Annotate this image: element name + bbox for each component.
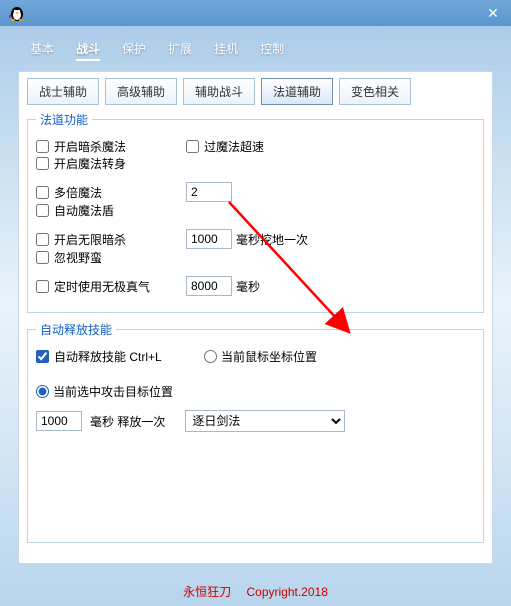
app-logo [8,4,26,22]
group-auto-cast-skill: 自动释放技能 自动释放技能 Ctrl+L 当前鼠标坐标位置 当前选中攻击目标位置… [27,321,484,543]
tab-hang[interactable]: 挂机 [214,40,238,61]
chk-auto-cast-skill-label: 自动释放技能 Ctrl+L [54,348,162,365]
subtab-assist-combat[interactable]: 辅助战斗 [183,78,255,105]
tab-protect[interactable]: 保护 [122,40,146,61]
footer-copyright: Copyright.2018 [246,585,327,599]
cast-interval-input[interactable] [36,411,82,431]
chk-open-magic-transform[interactable]: 开启魔法转身 [36,155,176,172]
sub-tab-bar: 战士辅助 高级辅助 辅助战斗 法道辅助 变色相关 [27,78,484,105]
dig-suffix-label: 毫秒挖地一次 [236,231,308,248]
subtab-advanced-assist[interactable]: 高级辅助 [105,78,177,105]
group1-legend: 法道功能 [36,111,92,128]
chk-overmagic-speed[interactable]: 过魔法超速 [186,138,336,155]
tab-basic[interactable]: 基本 [30,40,54,61]
radio-cursor-position-label: 当前鼠标坐标位置 [221,348,317,365]
radio-target-position-label: 当前选中攻击目标位置 [53,383,173,400]
chk-multi-magic-label: 多倍魔法 [54,184,102,201]
top-tab-bar: 基本 战斗 保护 扩展 挂机 控制 [0,26,511,71]
group-mage-tao-functions: 法道功能 开启暗杀魔法 过魔法超速 开启魔法转身 多倍魔法 自动魔法盾 开启无限… [27,111,484,313]
chk-timed-qi[interactable]: 定时使用无极真气 [36,278,186,295]
chk-ignore-barbarian[interactable]: 忽视野蛮 [36,249,176,266]
tab-combat[interactable]: 战斗 [76,40,100,61]
radio-target-position[interactable]: 当前选中攻击目标位置 [36,383,186,400]
footer-brand: 永恒狂刀 [183,585,231,599]
chk-auto-cast-skill[interactable]: 自动释放技能 Ctrl+L [36,348,186,365]
chk-open-magic-transform-label: 开启魔法转身 [54,155,126,172]
subtab-mage-tao-assist[interactable]: 法道辅助 [261,78,333,105]
tab-control[interactable]: 控制 [260,40,284,61]
skill-select[interactable]: 逐日剑法 [185,410,345,432]
subtab-warrior-assist[interactable]: 战士辅助 [27,78,99,105]
chk-open-infinite-assassin-label: 开启无限暗杀 [54,231,126,248]
chk-ignore-barbarian-label: 忽视野蛮 [54,249,102,266]
dig-interval-input[interactable] [186,229,232,249]
chk-open-assassin[interactable]: 开启暗杀魔法 [36,138,186,155]
chk-auto-magic-shield[interactable]: 自动魔法盾 [36,202,176,219]
subtab-color-related[interactable]: 变色相关 [339,78,411,105]
titlebar: ✕ [0,0,511,26]
timed-qi-value-input[interactable] [186,276,232,296]
close-button[interactable]: ✕ [483,5,503,22]
footer: 永恒狂刀 Copyright.2018 [0,583,511,600]
multi-magic-value-input[interactable] [186,182,232,202]
main-panel: 战士辅助 高级辅助 辅助战斗 法道辅助 变色相关 法道功能 开启暗杀魔法 过魔法… [18,71,493,564]
chk-overmagic-speed-label: 过魔法超速 [204,138,264,155]
chk-timed-qi-label: 定时使用无极真气 [54,278,150,295]
chk-multi-magic[interactable]: 多倍魔法 [36,184,186,201]
tab-extend[interactable]: 扩展 [168,40,192,61]
cast-interval-suffix: 毫秒 释放一次 [90,413,165,430]
radio-cursor-position[interactable]: 当前鼠标坐标位置 [204,348,334,365]
timed-suffix-label: 毫秒 [236,278,260,295]
chk-auto-magic-shield-label: 自动魔法盾 [54,202,114,219]
group2-legend: 自动释放技能 [36,321,116,338]
chk-open-assassin-label: 开启暗杀魔法 [54,138,126,155]
chk-open-infinite-assassin[interactable]: 开启无限暗杀 [36,231,186,248]
